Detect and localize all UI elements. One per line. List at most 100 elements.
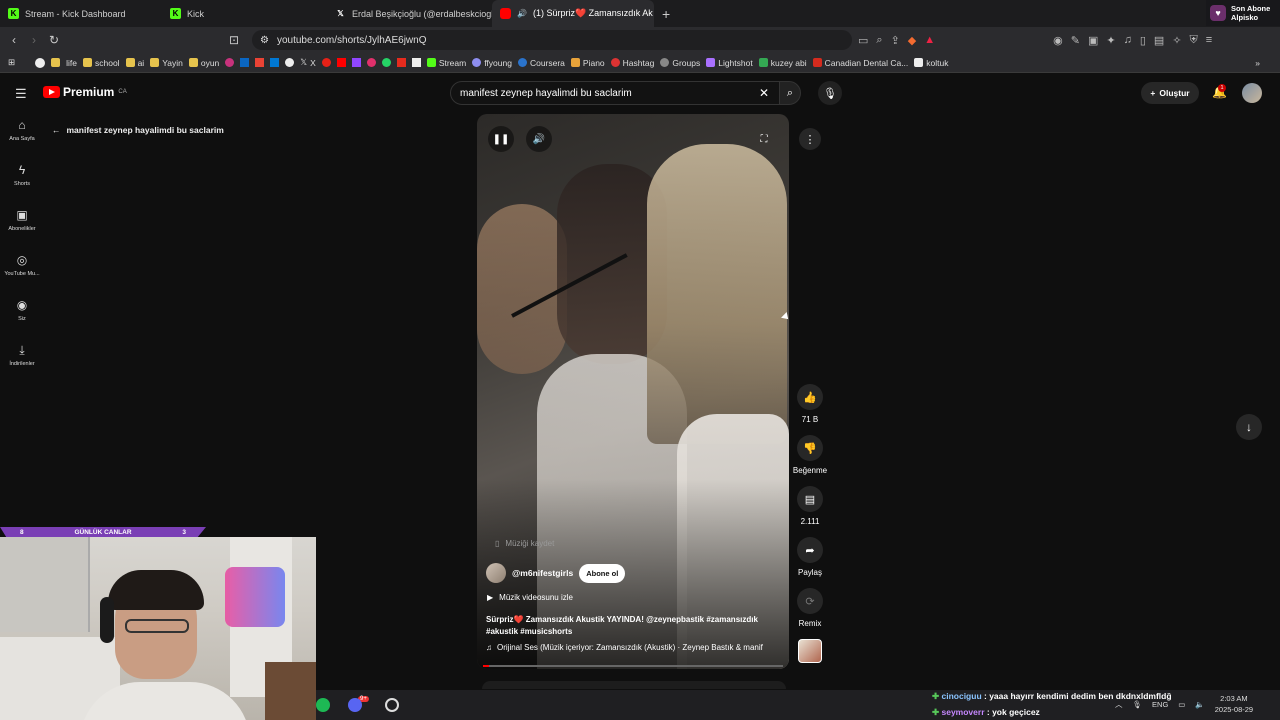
- more-options-button[interactable]: ⋮: [799, 128, 821, 150]
- next-short-button[interactable]: ↓: [1236, 414, 1262, 440]
- spotify-icon[interactable]: [316, 698, 330, 712]
- shorts-video-player[interactable]: ❚❚ 🔊 ⛶ ▯ Müziği kaydet @m6nifestgirls Abo…: [477, 114, 789, 669]
- tab-youtube-short[interactable]: 🔊 (1) Sürpriz❤️ Zamansızdık Ak ✕: [492, 0, 654, 27]
- voice-search-button[interactable]: 🎙: [818, 81, 842, 105]
- sidebar-item-shorts[interactable]: ϟ Shorts: [0, 163, 44, 208]
- comments-button[interactable]: ▤ 2.111: [797, 486, 823, 527]
- site-info-icon[interactable]: ⚙: [260, 35, 269, 46]
- bookmark-coursera[interactable]: Coursera: [517, 58, 565, 68]
- channel-name[interactable]: @m6nifestgirls: [512, 568, 573, 578]
- forward-icon[interactable]: ›: [24, 33, 44, 47]
- watch-music-video-link[interactable]: ▶ Müzik videosunu izle: [487, 593, 573, 602]
- brave-shield-icon[interactable]: ◆: [908, 34, 916, 47]
- bookmark-folder[interactable]: ai: [125, 58, 144, 68]
- puzzle-icon[interactable]: ✦: [1106, 34, 1115, 47]
- subscribe-button[interactable]: Abone ol: [579, 563, 626, 583]
- gmail-icon[interactable]: [255, 58, 265, 67]
- tab-kick[interactable]: K Kick: [162, 0, 327, 27]
- menu-icon[interactable]: ≡: [1206, 34, 1212, 47]
- pause-button[interactable]: ❚❚: [488, 126, 514, 152]
- site-icon[interactable]: [225, 58, 235, 67]
- monitor-icon[interactable]: ▭: [1178, 700, 1185, 709]
- sidebar-item-subscriptions[interactable]: ▣ Abonelikler: [0, 208, 44, 253]
- linkedin-icon[interactable]: [240, 58, 250, 67]
- search-button[interactable]: ⌕: [779, 81, 801, 105]
- rewards-icon[interactable]: ▲: [924, 34, 935, 47]
- volume-button[interactable]: 🔊: [526, 126, 552, 152]
- back-icon[interactable]: ‹: [4, 33, 24, 47]
- fullscreen-button[interactable]: ⛶: [751, 126, 777, 152]
- sidebar-item-downloads[interactable]: ⤓ İndirilenler: [0, 343, 44, 388]
- amazon-icon[interactable]: [411, 58, 421, 67]
- shield-icon[interactable]: ⛨: [1190, 34, 1198, 47]
- dislike-button[interactable]: 👎 Beğenme: [793, 435, 827, 476]
- clock[interactable]: 2:03 AM 2025-08-29: [1215, 693, 1253, 715]
- sound-thumbnail[interactable]: [798, 639, 822, 663]
- youtube-premium-logo[interactable]: Premium CA: [43, 85, 127, 99]
- sidebar-item-home[interactable]: ⌂ Ana Sayfa: [0, 118, 44, 163]
- microphone-icon[interactable]: 🎙: [1133, 700, 1143, 709]
- avatar[interactable]: [1242, 83, 1262, 103]
- channel-avatar[interactable]: [486, 563, 506, 583]
- new-tab-icon[interactable]: +: [654, 6, 678, 22]
- search-back-header[interactable]: ← manifest zeynep hayalimdi bu saclarim: [52, 125, 224, 135]
- short-description[interactable]: Sürpriz❤️ Zamansızdık Akustik YAYINDA! @…: [486, 614, 776, 638]
- pinterest-icon[interactable]: [321, 58, 331, 67]
- cast-icon[interactable]: ▭: [858, 34, 868, 47]
- bookmark-hashtag[interactable]: Hashtag: [610, 58, 654, 68]
- progress-bar[interactable]: [483, 665, 783, 667]
- arrow-left-icon[interactable]: ←: [52, 125, 61, 135]
- zoom-icon[interactable]: ⌕: [876, 34, 882, 47]
- outlook-icon[interactable]: [270, 58, 280, 67]
- leo-icon[interactable]: ✧: [1172, 34, 1181, 47]
- sound-link[interactable]: ♫ Orijinal Ses (Müzik içeriyor: Zamansızd…: [486, 643, 781, 652]
- bookmark-folder[interactable]: school: [83, 58, 120, 68]
- menu-icon[interactable]: ☰: [15, 86, 27, 102]
- pen-icon[interactable]: ✎: [1071, 34, 1080, 47]
- bookmark-canadian-dental[interactable]: Canadian Dental Ca...: [812, 58, 908, 68]
- sidebar-item-youtube-music[interactable]: ◎ YouTube Mu...: [0, 253, 44, 298]
- bookmark-x[interactable]: 𝕏X: [300, 57, 316, 68]
- share-icon[interactable]: ⇪: [891, 34, 900, 47]
- share-button[interactable]: ➦ Paylaş: [797, 537, 823, 578]
- apps-grid-icon[interactable]: ⊞: [8, 57, 15, 68]
- like-button[interactable]: 👍 71 B: [797, 384, 823, 425]
- music-icon[interactable]: ♫: [1124, 34, 1132, 47]
- more-bookmarks-icon[interactable]: »: [1255, 58, 1260, 68]
- bookmark-kuzey[interactable]: kuzey abi: [758, 58, 807, 68]
- bookmark-icon[interactable]: ⊡: [224, 33, 244, 47]
- volume-icon[interactable]: 🔈: [1195, 700, 1204, 709]
- language-indicator[interactable]: ENG: [1152, 700, 1168, 709]
- sidebar-icon[interactable]: ▯: [1140, 34, 1146, 47]
- search-input[interactable]: manifest zeynep hayalimdi bu saclarim ✕: [450, 81, 780, 105]
- url-field[interactable]: ⚙ youtube.com/shorts/JylhAE6jwnQ: [252, 30, 852, 50]
- discord-icon[interactable]: [348, 698, 362, 712]
- obs-icon[interactable]: [384, 698, 399, 712]
- next-short-preview[interactable]: [482, 681, 786, 689]
- youtube-icon[interactable]: [336, 58, 346, 67]
- whatsapp-icon[interactable]: [381, 58, 391, 67]
- tab-kick-dashboard[interactable]: K Stream - Kick Dashboard: [0, 0, 162, 27]
- bookmark-folder[interactable]: oyun: [188, 58, 219, 68]
- sidebar-item-you[interactable]: ◉ Siz: [0, 298, 44, 343]
- remix-button[interactable]: ⟳ Remix: [797, 588, 823, 629]
- bookmark-piano[interactable]: Piano: [570, 58, 605, 68]
- bookmark-koltuk[interactable]: koltuk: [914, 58, 949, 68]
- chrome-icon[interactable]: [285, 58, 295, 67]
- create-button[interactable]: + Oluştur: [1141, 82, 1199, 104]
- instagram-icon[interactable]: [366, 58, 376, 67]
- bookmark-folder[interactable]: life: [51, 58, 77, 68]
- tab-x-profile[interactable]: 𝕏 Erdal Beşikçioğlu (@erdalbeskcioglu: [327, 0, 492, 27]
- tumblr-icon[interactable]: [396, 58, 406, 67]
- google-icon[interactable]: [35, 57, 46, 68]
- save-music-button[interactable]: ▯ Müziği kaydet: [495, 539, 554, 548]
- screenshot-icon[interactable]: ▣: [1088, 34, 1098, 47]
- chevron-up-icon[interactable]: ︿: [1115, 699, 1123, 710]
- bookmark-folder[interactable]: Yayin: [150, 58, 183, 68]
- bookmark-lightshot[interactable]: Lightshot: [706, 58, 753, 68]
- bookmark-groups[interactable]: Groups: [660, 58, 700, 68]
- vpn-icon[interactable]: ◉: [1053, 34, 1063, 47]
- clear-search-icon[interactable]: ✕: [759, 86, 769, 100]
- twitch-icon[interactable]: [351, 58, 361, 67]
- wallet-icon[interactable]: ▤: [1154, 34, 1164, 47]
